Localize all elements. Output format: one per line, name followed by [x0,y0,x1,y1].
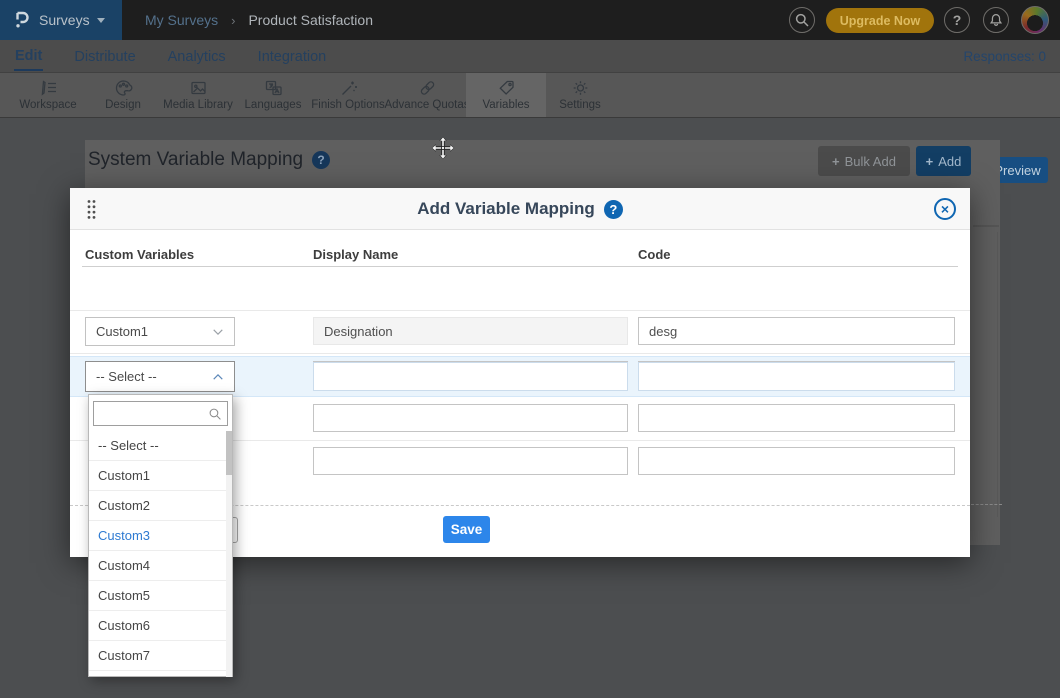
notifications-button[interactable] [983,7,1009,33]
dropdown-option-list: -- Select -- Custom1 Custom2 Custom3 Cus… [89,431,232,677]
chain-link-icon [418,79,437,97]
toolbar-item-advance-quotas[interactable]: Advance Quotas [387,73,467,117]
background-divider [973,225,999,227]
code-input-row1[interactable] [638,317,955,345]
background-table-edge [997,232,998,517]
row-divider [70,353,970,354]
breadcrumb-current-survey: Product Satisfaction [248,12,373,28]
bell-icon [988,12,1004,28]
question-mark-icon: ? [609,202,617,217]
dropdown-option[interactable]: Custom7 [89,641,232,671]
column-header-display-name: Display Name [313,247,398,262]
dropdown-option[interactable]: Custom6 [89,611,232,641]
save-button[interactable]: Save [443,516,490,543]
dropdown-option-partial[interactable] [89,671,232,677]
background-dashed-divider [971,504,1002,505]
question-mark-icon: ? [317,153,324,167]
top-header: Surveys My Surveys › Product Satisfactio… [0,0,1060,40]
dropdown-option[interactable]: Custom4 [89,551,232,581]
app-window: Surveys My Surveys › Product Satisfactio… [0,0,1060,698]
header-divider [82,266,958,267]
plus-icon: + [926,154,934,169]
variable-dropdown-panel: -- Select -- Custom1 Custom2 Custom3 Cus… [88,394,233,677]
breadcrumb: My Surveys › Product Satisfaction [145,0,373,40]
modal-body: Custom Variables Display Name Code Custo… [70,230,970,557]
avatar[interactable] [1021,6,1049,34]
tag-icon [497,79,516,97]
dropdown-scrollbar-thumb[interactable] [226,431,232,475]
toolbar-item-workspace[interactable]: Workspace [8,73,88,117]
upgrade-now-button[interactable]: Upgrade Now [826,8,934,33]
gear-icon [571,79,590,97]
display-name-input-row4[interactable] [313,404,628,432]
modal-title: Add Variable Mapping [417,199,595,219]
toolbar-item-media-library[interactable]: Media Library [158,73,238,117]
tab-edit[interactable]: Edit [14,42,43,71]
palette-icon [114,79,133,97]
plus-icon: + [832,154,840,169]
column-header-custom-variables: Custom Variables [85,247,194,262]
chevron-up-icon [212,373,224,381]
dropdown-scrollbar[interactable] [226,431,232,677]
question-mark-icon: ? [953,12,962,28]
edit-toolbar: Workspace Design Media Library Languag [0,73,1060,118]
toolbar-item-settings[interactable]: Settings [540,73,620,117]
dropdown-option[interactable]: Custom2 [89,491,232,521]
modal-header: Add Variable Mapping ? × [70,188,970,230]
chevron-down-icon [212,328,224,336]
search-icon [208,407,222,421]
product-switcher[interactable]: Surveys [0,0,122,40]
tab-analytics[interactable]: Analytics [167,43,227,70]
page-help-button[interactable]: ? [312,151,330,169]
dropdown-option[interactable]: Custom1 [89,461,232,491]
bulk-add-button[interactable]: +Bulk Add [818,146,910,176]
image-icon [189,79,208,97]
dropdown-search-input[interactable] [99,407,208,421]
questionpro-logo-icon [12,10,32,30]
survey-nav: Edit Distribute Analytics Integration Re… [0,40,1060,73]
tab-distribute[interactable]: Distribute [73,43,136,70]
code-input-row4[interactable] [638,404,955,432]
responses-count[interactable]: Responses: 0 [963,40,1046,73]
translate-icon [264,79,283,97]
variable-select-row3[interactable]: -- Select -- [85,361,235,392]
toolbar-item-variables[interactable]: Variables [466,73,546,117]
add-button[interactable]: +Add [916,146,971,176]
help-button[interactable]: ? [944,7,970,33]
search-icon [794,12,810,28]
display-name-input-row5[interactable] [313,447,628,475]
dropdown-option-highlighted[interactable]: Custom3 [89,521,232,551]
tab-integration[interactable]: Integration [257,43,328,70]
dropdown-search-box [93,401,228,426]
column-header-code: Code [638,247,671,262]
toolbar-item-languages[interactable]: Languages [233,73,313,117]
modal-close-button[interactable]: × [934,198,956,220]
display-name-input-row1[interactable] [313,317,628,345]
toolbar-item-design[interactable]: Design [83,73,163,117]
page-title: System Variable Mapping [88,149,303,171]
search-button[interactable] [789,7,815,33]
breadcrumb-separator-icon: › [231,13,235,28]
dropdown-option[interactable]: Custom5 [89,581,232,611]
product-name: Surveys [39,12,90,28]
dropdown-option[interactable]: -- Select -- [89,431,232,461]
chevron-down-icon [97,18,105,23]
code-input-row3[interactable] [638,362,955,391]
breadcrumb-my-surveys[interactable]: My Surveys [145,12,218,28]
code-input-row5[interactable] [638,447,955,475]
magic-wand-icon [339,79,358,97]
row-divider [70,310,970,311]
display-name-input-row3[interactable] [313,362,628,391]
close-icon: × [941,201,949,217]
move-cursor-icon [431,136,455,160]
toolbar-item-finish-options[interactable]: Finish Options [308,73,388,117]
add-variable-mapping-modal: Add Variable Mapping ? × Custom Variable… [70,188,970,557]
modal-help-button[interactable]: ? [604,200,623,219]
workspace-icon [39,79,58,97]
variable-select-row1[interactable]: Custom1 [85,317,235,346]
